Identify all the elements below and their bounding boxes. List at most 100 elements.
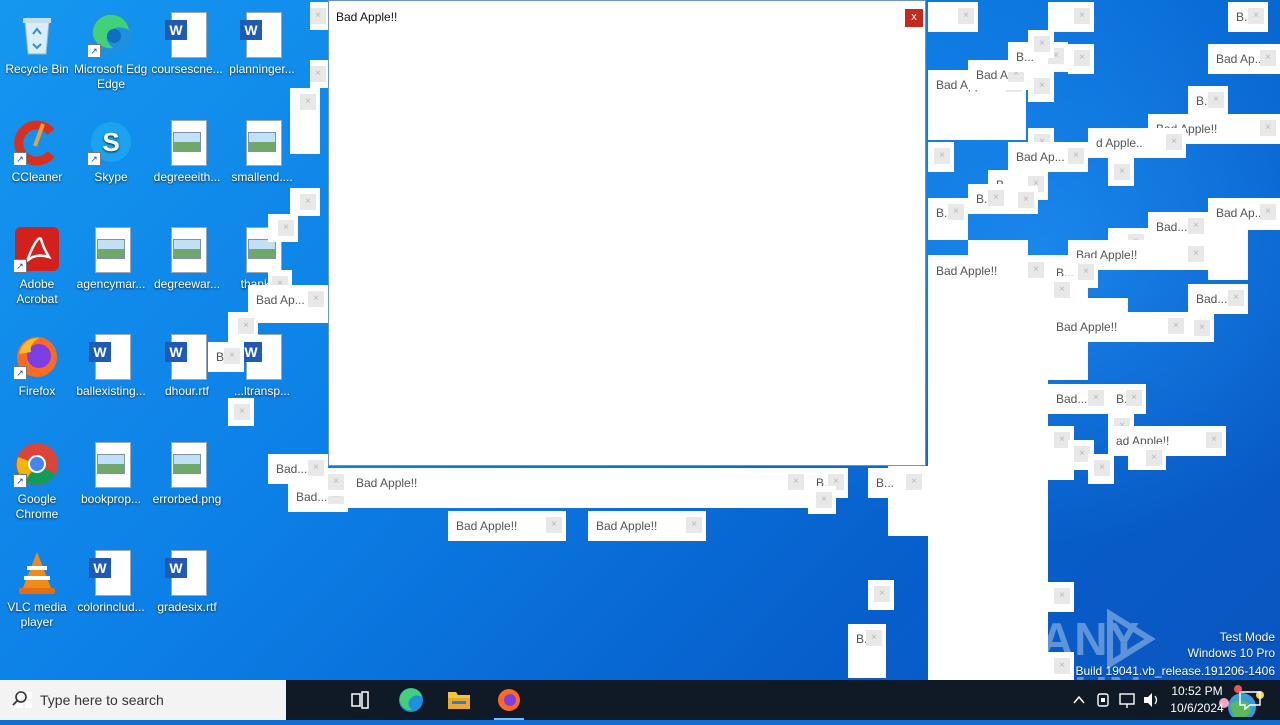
popup-window[interactable]: ×: [290, 88, 320, 154]
popup-close-button[interactable]: ×: [1194, 320, 1210, 336]
popup-close-button[interactable]: ×: [310, 66, 326, 82]
desktop-icon-chrome[interactable]: ↗ Google Chrome: [0, 440, 74, 522]
popup-window-blank[interactable]: [928, 255, 1048, 680]
popup-close-button[interactable]: ×: [1228, 290, 1244, 306]
popup-window[interactable]: ×: [1128, 444, 1166, 470]
popup-close-button[interactable]: ×: [1068, 148, 1084, 164]
popup-window[interactable]: B.×: [968, 184, 1008, 214]
popup-close-button[interactable]: ×: [328, 474, 344, 490]
popup-close-button[interactable]: ×: [278, 220, 294, 236]
popup-close-button[interactable]: ×: [1054, 588, 1070, 604]
popup-window[interactable]: Bad Ap... ×: [1008, 142, 1088, 172]
bad-apple-main-window[interactable]: Bad Apple!! x: [328, 0, 926, 466]
popup-window[interactable]: Bad...×: [1148, 212, 1208, 242]
desktop-icon-file[interactable]: W gradesix.rtf: [150, 548, 224, 615]
desktop-icon-file[interactable]: errorbed.png: [150, 440, 224, 507]
popup-window[interactable]: ×: [808, 486, 836, 514]
popup-window[interactable]: ×: [1048, 2, 1094, 32]
desktop-icon-vlc[interactable]: VLC media player: [0, 548, 74, 630]
popup-window[interactable]: ×: [328, 468, 348, 496]
desktop-icon-file[interactable]: agencymar...: [74, 225, 148, 292]
popup-close-button[interactable]: ×: [1146, 450, 1162, 466]
popup-close-button[interactable]: ×: [874, 586, 890, 602]
popup-close-button[interactable]: ×: [1088, 390, 1104, 406]
popup-window[interactable]: ×: [268, 214, 298, 242]
popup-window[interactable]: Bad Ap... ×: [248, 285, 328, 323]
popup-close-button[interactable]: ×: [948, 204, 964, 220]
popup-close-button[interactable]: ×: [1188, 218, 1204, 234]
popup-window[interactable]: ×: [228, 312, 258, 342]
task-view-button[interactable]: [340, 680, 380, 720]
popup-window[interactable]: ×: [310, 60, 330, 88]
popup-close-button[interactable]: ×: [234, 404, 250, 420]
popup-window[interactable]: ×: [310, 2, 330, 30]
popup-close-button[interactable]: ×: [1034, 78, 1050, 94]
popup-window[interactable]: B.×: [1108, 384, 1146, 414]
popup-window[interactable]: Bad Apple!! ×: [588, 511, 706, 541]
notification-center-button[interactable]: [1232, 680, 1272, 720]
popup-close-button[interactable]: ×: [1126, 390, 1142, 406]
popup-window[interactable]: Bad Apple!! ×: [928, 256, 1048, 286]
popup-window[interactable]: Bad...×: [1188, 284, 1248, 314]
desktop-icon-recycle-bin[interactable]: Recycle Bin: [0, 10, 74, 77]
popup-window[interactable]: B... ×: [848, 624, 886, 678]
popup-close-button[interactable]: ×: [934, 148, 950, 164]
desktop-icon-file[interactable]: bookprop...: [74, 440, 148, 507]
popup-close-button[interactable]: ×: [1074, 50, 1090, 66]
popup-window[interactable]: ×: [1008, 186, 1038, 214]
popup-close-button[interactable]: ×: [300, 194, 316, 210]
clock[interactable]: 10:52 PM 10/6/2024: [1164, 680, 1230, 720]
popup-close-button[interactable]: ×: [866, 630, 882, 646]
popup-window[interactable]: ×: [1068, 44, 1094, 74]
popup-window[interactable]: Bad Ap... ×: [1208, 44, 1280, 74]
popup-window[interactable]: Bad Ap... ×: [1208, 198, 1280, 230]
popup-close-button[interactable]: ×: [1260, 120, 1276, 136]
tray-overflow-button[interactable]: [1068, 680, 1090, 720]
popup-window[interactable]: B... ×: [868, 468, 926, 498]
window-close-button[interactable]: x: [905, 9, 923, 27]
popup-window[interactable]: [968, 240, 1028, 256]
popup-window[interactable]: ×: [1028, 30, 1054, 58]
desktop-icon-edge[interactable]: ↗ Microsoft Edge Edge: [74, 10, 148, 92]
desktop-icon-skype[interactable]: S ↗ Skype: [74, 118, 148, 185]
popup-window[interactable]: ×: [290, 188, 320, 216]
popup-window[interactable]: ×: [928, 2, 978, 32]
tray-device-icon-button[interactable]: [1092, 680, 1114, 720]
popup-close-button[interactable]: ×: [958, 8, 974, 24]
desktop-icon-file[interactable]: W coursescne...: [150, 10, 224, 77]
popup-close-button[interactable]: ×: [906, 474, 922, 490]
popup-window-blank[interactable]: [1208, 230, 1248, 280]
popup-close-button[interactable]: ×: [1114, 164, 1130, 180]
desktop-icon-file[interactable]: W colorinclud...: [74, 548, 148, 615]
popup-close-button[interactable]: ×: [1208, 92, 1224, 108]
popup-close-button[interactable]: ×: [1028, 262, 1044, 278]
taskbar-file-explorer-button[interactable]: [438, 680, 480, 720]
popup-window[interactable]: B... ×: [1228, 2, 1268, 32]
popup-close-button[interactable]: ×: [310, 8, 326, 24]
popup-close-button[interactable]: ×: [308, 460, 324, 476]
popup-window[interactable]: ×: [1188, 314, 1214, 342]
desktop-icon-file[interactable]: W ballexisting...: [74, 332, 148, 399]
popup-close-button[interactable]: ×: [686, 517, 702, 533]
popup-window[interactable]: Bad Apple!! ×: [1048, 312, 1188, 342]
popup-close-button[interactable]: ×: [300, 94, 316, 110]
popup-close-button[interactable]: ×: [1206, 432, 1222, 448]
popup-window[interactable]: ×: [1108, 158, 1134, 186]
tray-network-button[interactable]: [1116, 680, 1138, 720]
taskbar-firefox-button[interactable]: [488, 680, 530, 720]
desktop-icon-ccleaner[interactable]: ↗ CCleaner: [0, 118, 74, 185]
popup-window[interactable]: ×: [1088, 454, 1114, 484]
popup-close-button[interactable]: ×: [1168, 318, 1184, 334]
desktop-icon-file[interactable]: degreeeith...: [150, 118, 224, 185]
popup-window[interactable]: ×: [1028, 72, 1054, 102]
popup-window[interactable]: B.×: [1188, 86, 1228, 116]
popup-close-button[interactable]: ×: [988, 190, 1004, 206]
popup-close-button[interactable]: ×: [308, 291, 324, 307]
popup-window[interactable]: Bad Apple!! ×: [348, 468, 808, 508]
popup-close-button[interactable]: ×: [1166, 134, 1182, 150]
popup-window[interactable]: Bad...×: [1048, 384, 1108, 414]
popup-close-button[interactable]: ×: [1078, 264, 1094, 280]
taskbar-edge-button[interactable]: [390, 680, 432, 720]
popup-window[interactable]: ×: [928, 142, 954, 172]
popup-close-button[interactable]: ×: [546, 517, 562, 533]
